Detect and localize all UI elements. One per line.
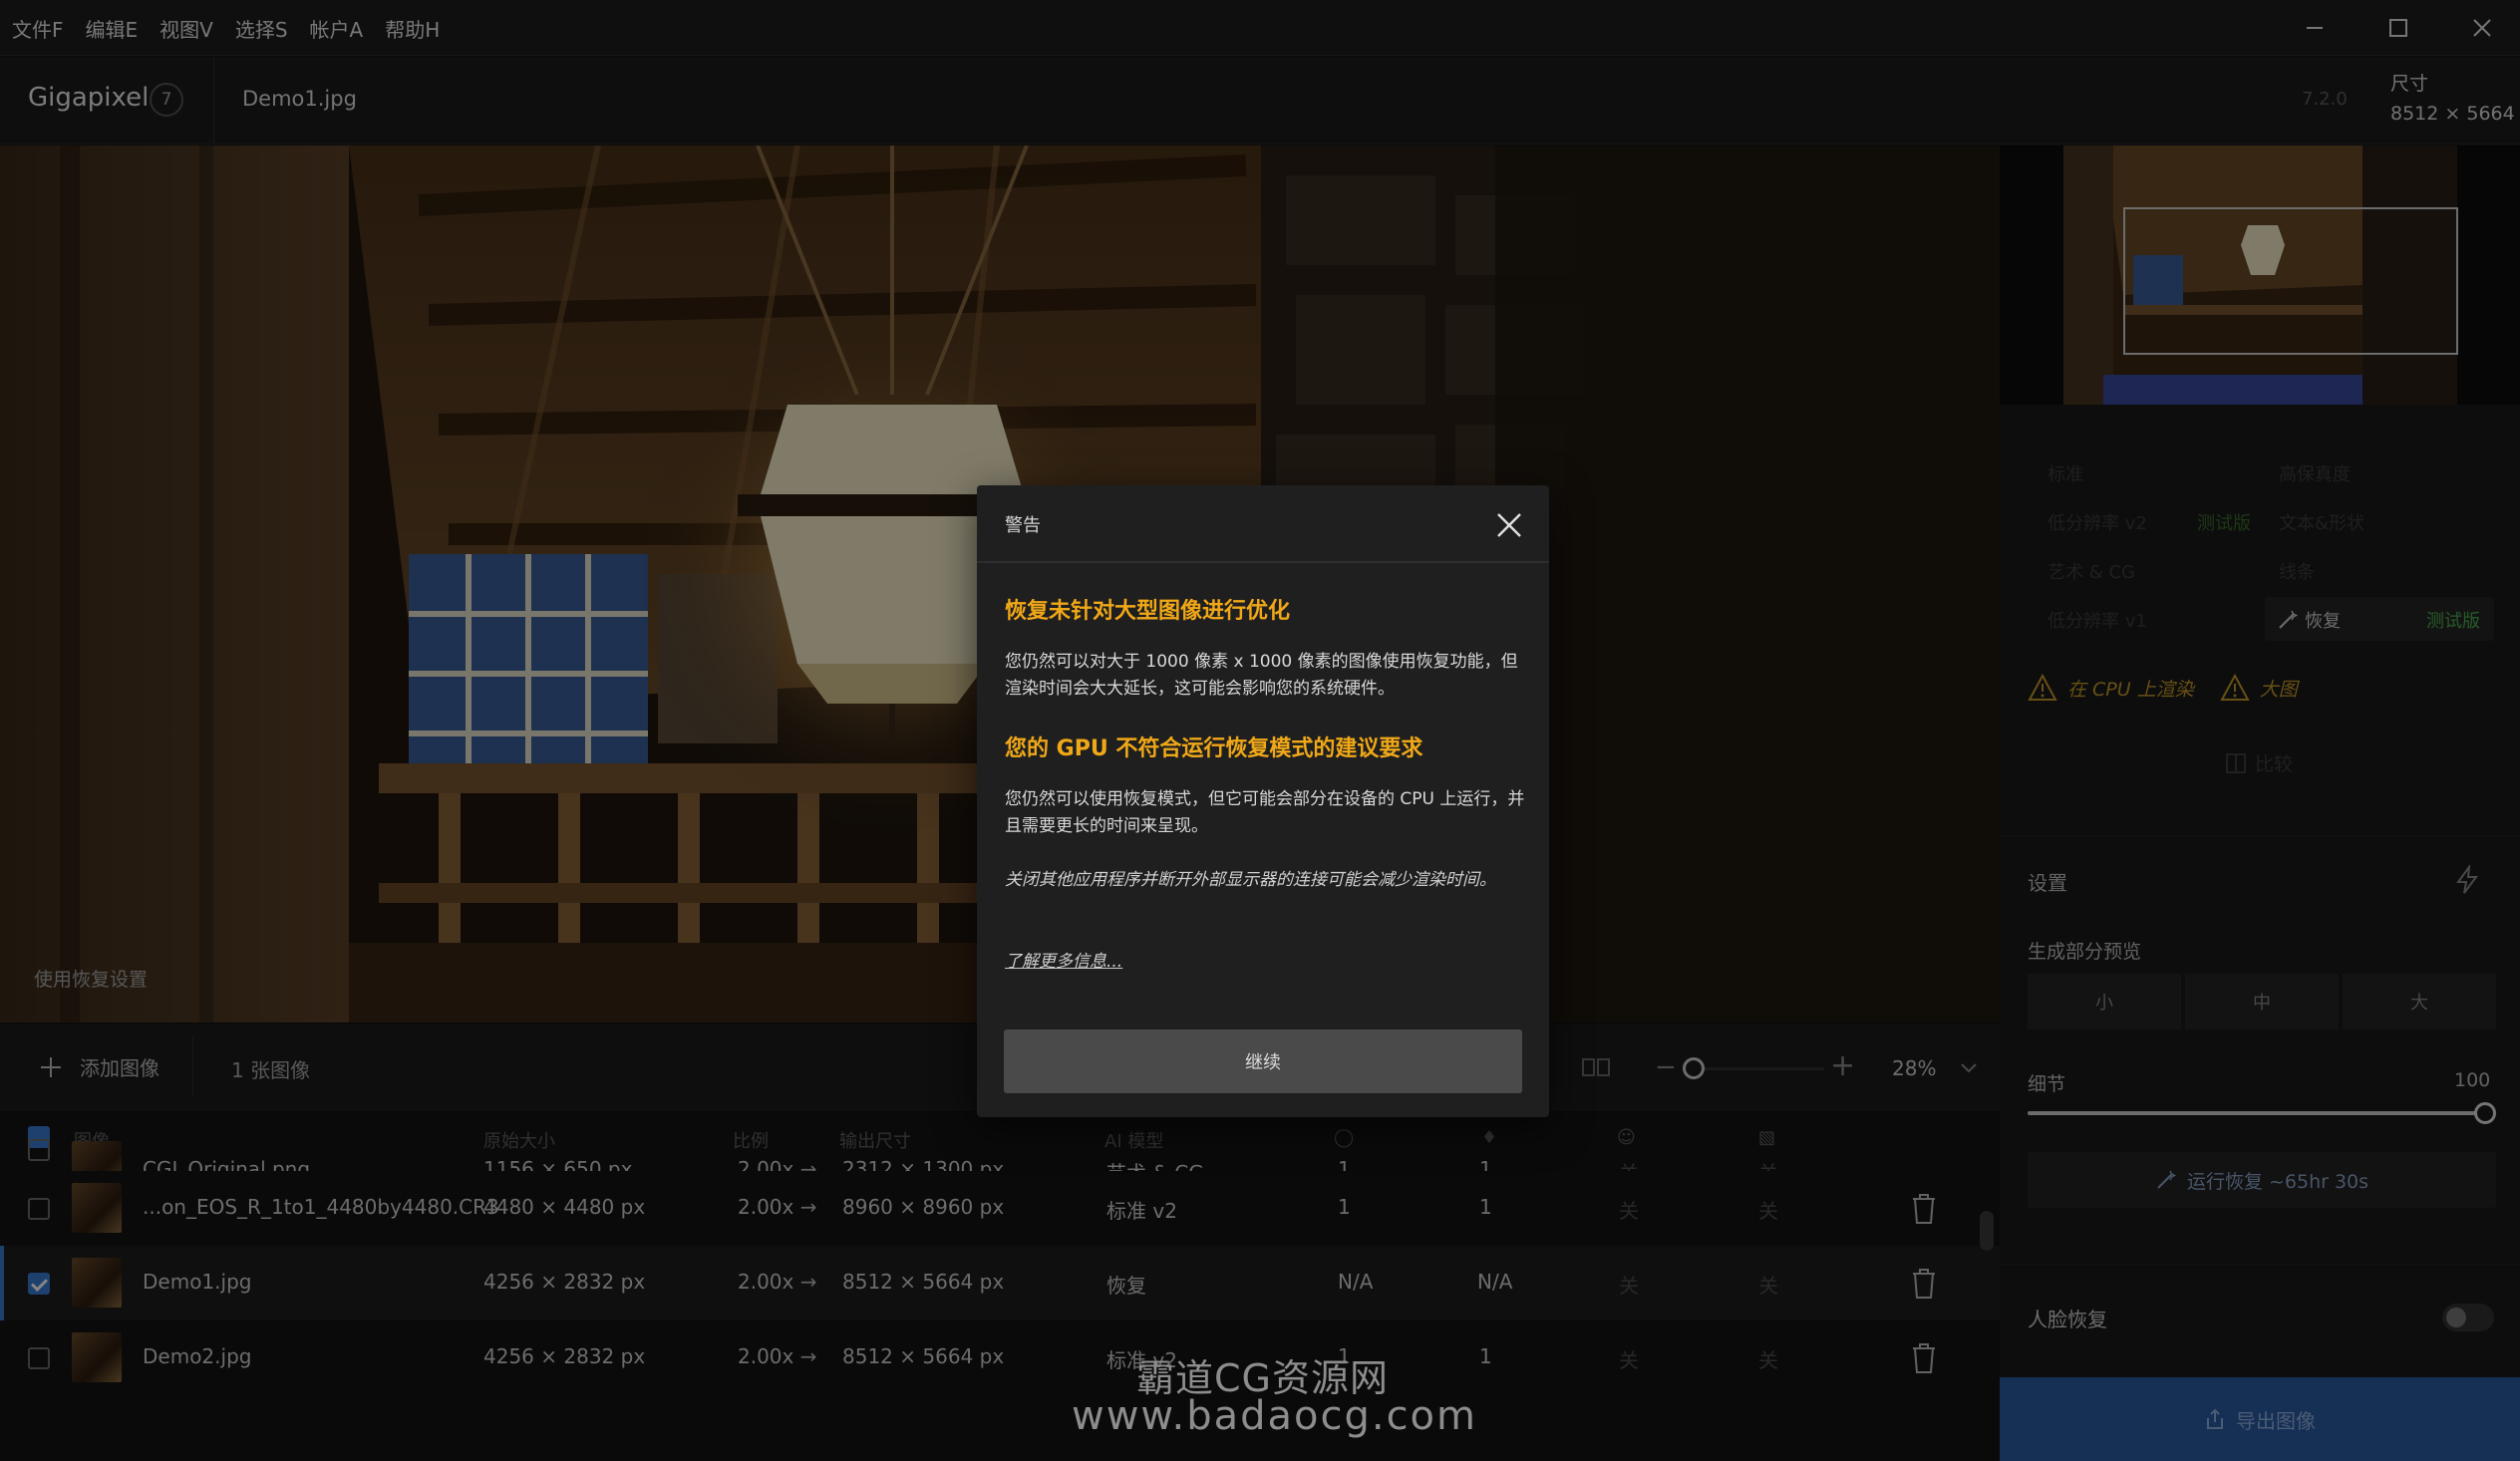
dialog-close-button[interactable] [1495,511,1523,543]
dialog-text-gpu: 您仍然可以使用恢复模式，但它可能会部分在设备的 CPU 上运行，并且需要更长的时… [1005,789,1525,836]
warning-dialog: 警告 恢复未针对大型图像进行优化 您仍然可以对大于 1000 像素 x 1000… [977,485,1549,1117]
dialog-heading-large-image: 恢复未针对大型图像进行优化 [1005,599,1291,624]
learn-more-link[interactable]: 了解更多信息... [1005,947,1122,972]
close-icon [1497,513,1521,537]
watermark-url: www.badaocg.com [1072,1393,1477,1439]
dialog-text-large-image: 您仍然可以对大于 1000 像素 x 1000 像素的图像使用恢复功能，但渲染时… [1005,652,1518,699]
dialog-title: 警告 [1005,515,1041,536]
dialog-header: 警告 [977,485,1549,563]
continue-button[interactable]: 继续 [1004,1029,1522,1093]
dialog-tip-text: 关闭其他应用程序并断开外部显示器的连接可能会减少渲染时间。 [1005,870,1496,890]
dialog-heading-gpu: 您的 GPU 不符合运行恢复模式的建议要求 [1005,736,1423,761]
